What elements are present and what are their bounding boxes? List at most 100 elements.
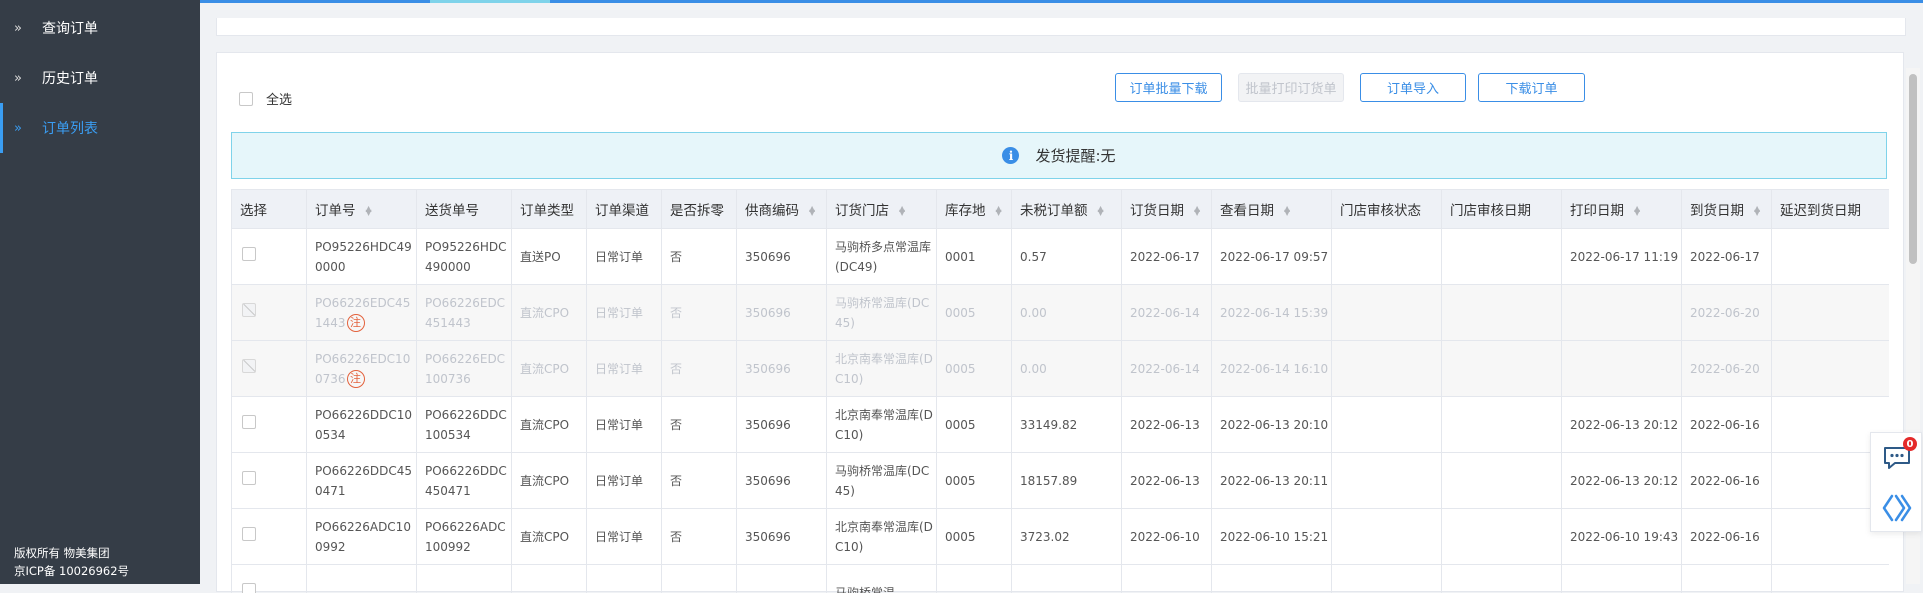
cell-delivery-no: PO95226HDC490000: [417, 229, 512, 285]
scrollbar-thumb[interactable]: [1909, 74, 1917, 264]
cell-order-date: 2022-06-13: [1122, 453, 1212, 509]
cell-text: PO95226HDC490000: [425, 240, 507, 274]
cell-store-audit-date: [1442, 229, 1562, 285]
col-header-store-audit-date: 门店审核日期: [1442, 190, 1562, 229]
cell-order-type: 直流CPO: [512, 453, 587, 509]
cell-order-date: 2022-06-14: [1122, 341, 1212, 397]
sort-icon[interactable]: ▲▼: [899, 207, 905, 215]
cell-warehouse: 0005: [937, 397, 1012, 453]
cell-select: [232, 341, 307, 397]
collapse-button[interactable]: [1871, 483, 1923, 533]
cell-delivery-no: PO66226DDC100534: [417, 397, 512, 453]
row-checkbox[interactable]: [242, 471, 256, 485]
cell-text: 2022-06-14: [1130, 362, 1200, 376]
table-row[interactable]: PO66226EDC100736注PO66226EDC100736直流CPO日常…: [232, 341, 1890, 397]
row-checkbox[interactable]: [242, 527, 256, 541]
cell-text: 2022-06-14 15:39: [1220, 306, 1328, 320]
cell-text: 0.57: [1020, 250, 1047, 264]
cell-text: 0.00: [1020, 362, 1047, 376]
select-all-checkbox[interactable]: 全选: [239, 89, 292, 108]
cell-order-channel: 日常订单: [587, 397, 662, 453]
batch-print-orders-button[interactable]: 批量打印订货单: [1238, 73, 1344, 102]
cell-text: 2022-06-13: [1130, 474, 1200, 488]
cell-arrival-date: [1682, 565, 1772, 593]
sort-icon[interactable]: ▲▼: [1634, 207, 1640, 215]
cell-print-date: [1562, 285, 1682, 341]
table-row[interactable]: PO66226DDC450471PO66226DDC450471直流CPO日常订…: [232, 453, 1890, 509]
cell-order-type: 直流CPO: [512, 397, 587, 453]
cell-order-date: 2022-06-13: [1122, 397, 1212, 453]
cell-text: 0001: [945, 250, 976, 264]
cell-store: 马驹桥常温库(DC45): [827, 453, 937, 509]
col-header-view-date[interactable]: 查看日期▲▼: [1212, 190, 1332, 229]
cell-text: 2022-06-13 20:12: [1570, 418, 1678, 432]
cell-text: 日常订单: [595, 418, 643, 432]
sidebar-item-history-orders[interactable]: » 历史订单: [0, 53, 200, 103]
sort-icon[interactable]: ▲▼: [1754, 207, 1760, 215]
checkbox[interactable]: [239, 92, 253, 106]
col-header-store[interactable]: 订货门店▲▼: [827, 190, 937, 229]
sort-icon[interactable]: ▲▼: [809, 207, 815, 215]
cell-untaxed-amount: 3723.02: [1012, 509, 1122, 565]
double-chevron-right-icon: »: [14, 71, 28, 86]
sidebar: » 查询订单 » 历史订单 » 订单列表 版权所有 物美集团 京ICP备 100…: [0, 0, 200, 584]
batch-download-orders-button[interactable]: 订单批量下载: [1115, 73, 1222, 102]
cell-arrival-date: 2022-06-16: [1682, 397, 1772, 453]
sort-icon[interactable]: ▲▼: [366, 207, 372, 215]
cell-supplier-code: 350696: [737, 453, 827, 509]
table-row[interactable]: 马驹桥常温: [232, 565, 1890, 593]
cell-store-audit-date: [1442, 565, 1562, 593]
cell-order-no: PO66226DDC100534: [307, 397, 417, 453]
cell-text: 2022-06-20: [1690, 362, 1760, 376]
col-header-untaxed-amount[interactable]: 未税订单额▲▼: [1012, 190, 1122, 229]
table-row[interactable]: PO66226DDC100534PO66226DDC100534直流CPO日常订…: [232, 397, 1890, 453]
col-header-warehouse[interactable]: 库存地▲▼: [937, 190, 1012, 229]
cell-text: 0005: [945, 474, 976, 488]
chat-button[interactable]: 0: [1871, 433, 1923, 483]
cell-arrival-date: 2022-06-16: [1682, 509, 1772, 565]
download-orders-button[interactable]: 下载订单: [1478, 73, 1585, 102]
col-header-supplier-code[interactable]: 供商编码▲▼: [737, 190, 827, 229]
note-badge[interactable]: 注: [347, 370, 365, 388]
sort-icon[interactable]: ▲▼: [1284, 207, 1290, 215]
import-orders-button[interactable]: 订单导入: [1360, 73, 1466, 102]
note-badge[interactable]: 注: [347, 314, 365, 332]
cell-supplier-code: 350696: [737, 229, 827, 285]
cell-text: 2022-06-16: [1690, 474, 1760, 488]
row-checkbox[interactable]: [242, 583, 256, 593]
col-header-arrival-date[interactable]: 到货日期▲▼: [1682, 190, 1772, 229]
cell-supplier-code: 350696: [737, 397, 827, 453]
table-row[interactable]: PO95226HDC490000PO95226HDC490000直送PO日常订单…: [232, 229, 1890, 285]
cell-text: 0005: [945, 418, 976, 432]
cell-arrival-date: 2022-06-17: [1682, 229, 1772, 285]
cell-text: 2022-06-17 11:19: [1570, 250, 1678, 264]
col-header-print-date[interactable]: 打印日期▲▼: [1562, 190, 1682, 229]
col-header-store-audit-status: 门店审核状态: [1332, 190, 1442, 229]
cell-untaxed-amount: 0.57: [1012, 229, 1122, 285]
sort-icon[interactable]: ▲▼: [996, 207, 1002, 215]
table-row[interactable]: PO66226ADC100992PO66226ADC100992直流CPO日常订…: [232, 509, 1890, 565]
sidebar-item-label: 订单列表: [42, 118, 98, 138]
double-chevron-right-icon: »: [14, 121, 28, 136]
table-row[interactable]: PO66226EDC451443注PO66226EDC451443直流CPO日常…: [232, 285, 1890, 341]
col-header-order-no[interactable]: 订单号▲▼: [307, 190, 417, 229]
cell-delivery-no: PO66226ADC100992: [417, 509, 512, 565]
cell-text: 350696: [745, 530, 791, 544]
row-checkbox[interactable]: [242, 247, 256, 261]
row-checkbox[interactable]: [242, 415, 256, 429]
cell-store-audit-status: [1332, 397, 1442, 453]
cell-text: PO66226DDC450471: [315, 464, 412, 498]
sidebar-item-order-list[interactable]: » 订单列表: [0, 103, 200, 153]
sort-icon[interactable]: ▲▼: [1098, 207, 1104, 215]
cell-split: 否: [662, 509, 737, 565]
cell-store: 马驹桥常温: [827, 565, 937, 593]
cell-order-channel: 日常订单: [587, 341, 662, 397]
cell-text: 2022-06-10 19:43: [1570, 530, 1678, 544]
sidebar-item-query-orders[interactable]: » 查询订单: [0, 3, 200, 53]
sort-icon[interactable]: ▲▼: [1194, 207, 1200, 215]
col-header-order-date[interactable]: 订货日期▲▼: [1122, 190, 1212, 229]
cell-untaxed-amount: 0.00: [1012, 341, 1122, 397]
cell-text: 350696: [745, 362, 791, 376]
cell-text: 直送PO: [520, 250, 561, 264]
cell-store: 北京南奉常温库(DC10): [827, 397, 937, 453]
